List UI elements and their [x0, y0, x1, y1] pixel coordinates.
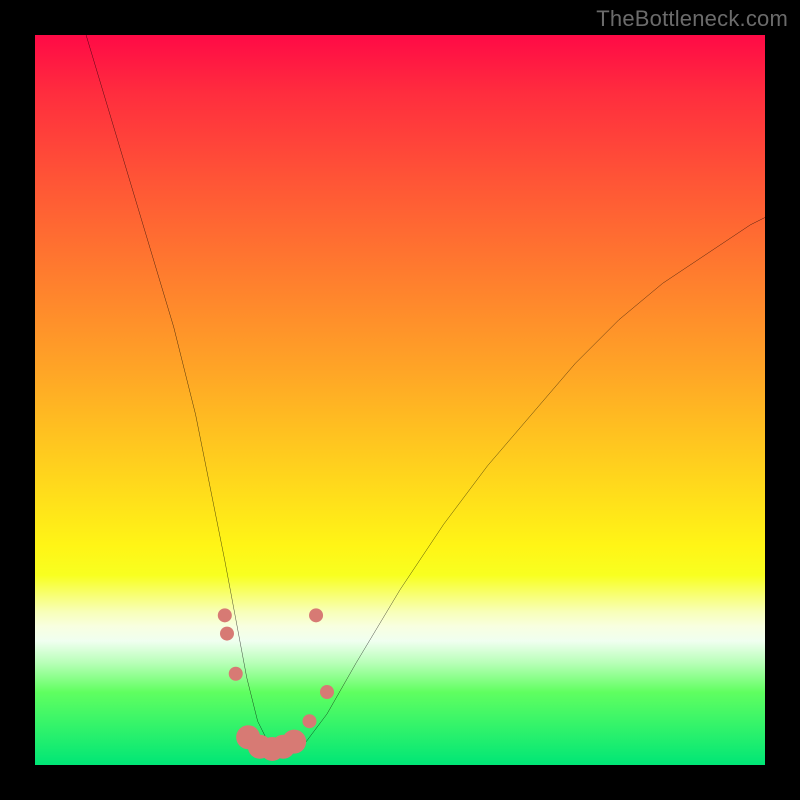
curve-layer — [35, 35, 765, 765]
watermark-text: TheBottleneck.com — [596, 6, 788, 32]
plot-area — [35, 35, 765, 765]
chart-frame: TheBottleneck.com — [0, 0, 800, 800]
highlight-dot — [282, 730, 306, 754]
highlight-dot — [218, 608, 232, 622]
highlight-dot — [302, 714, 316, 728]
bottleneck-curve — [86, 35, 765, 750]
highlight-dot — [320, 685, 334, 699]
highlight-dot — [220, 627, 234, 641]
highlight-dot — [229, 667, 243, 681]
highlight-dots — [218, 608, 334, 761]
highlight-dot — [309, 608, 323, 622]
